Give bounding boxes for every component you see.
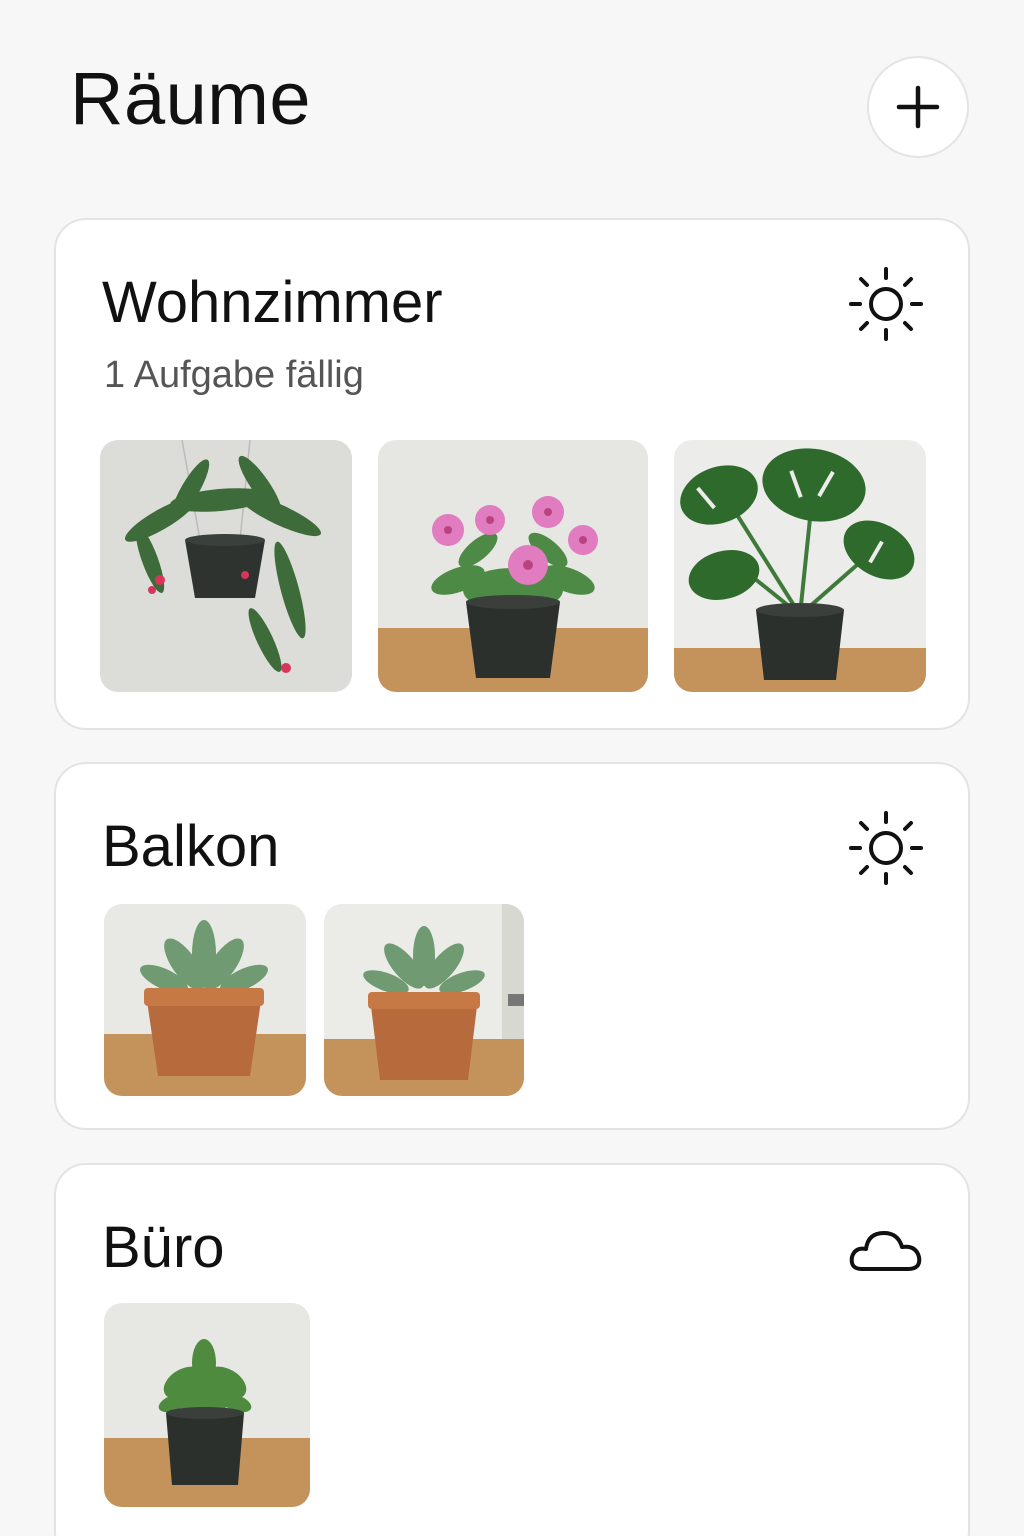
- monstera-image: [674, 440, 926, 692]
- plant-thumbnail[interactable]: [324, 904, 524, 1096]
- sun-icon: [849, 811, 923, 885]
- room-task-status: 1 Aufgabe fällig: [104, 354, 364, 396]
- page-title: Räume: [70, 57, 312, 140]
- cloud-icon: [849, 1231, 922, 1271]
- succulent-image: [104, 904, 306, 1096]
- room-name: Wohnzimmer: [102, 270, 443, 335]
- pink-flowering-plant-image: [378, 440, 648, 692]
- plant-thumbnail[interactable]: [104, 1303, 310, 1507]
- succulent-image: [324, 904, 524, 1096]
- add-room-button[interactable]: [867, 56, 969, 158]
- rooms-screen: Räume Wohnzimmer 1 Aufgabe fällig Balkon…: [0, 0, 1024, 1536]
- plant-thumbnail[interactable]: [378, 440, 648, 692]
- room-card-buero[interactable]: Büro: [54, 1163, 970, 1536]
- plant-thumbnail[interactable]: [100, 440, 352, 692]
- plant-thumbnail[interactable]: [104, 904, 306, 1096]
- room-name: Büro: [102, 1215, 225, 1280]
- room-card-balkon[interactable]: Balkon: [54, 762, 970, 1130]
- small-green-plant-image: [104, 1303, 310, 1507]
- room-card-wohnzimmer[interactable]: Wohnzimmer 1 Aufgabe fällig: [54, 218, 970, 730]
- sun-icon: [849, 267, 923, 341]
- hanging-plant-image: [100, 440, 352, 692]
- room-name: Balkon: [102, 814, 280, 879]
- plus-icon: [896, 85, 940, 129]
- plant-thumbnail[interactable]: [674, 440, 926, 692]
